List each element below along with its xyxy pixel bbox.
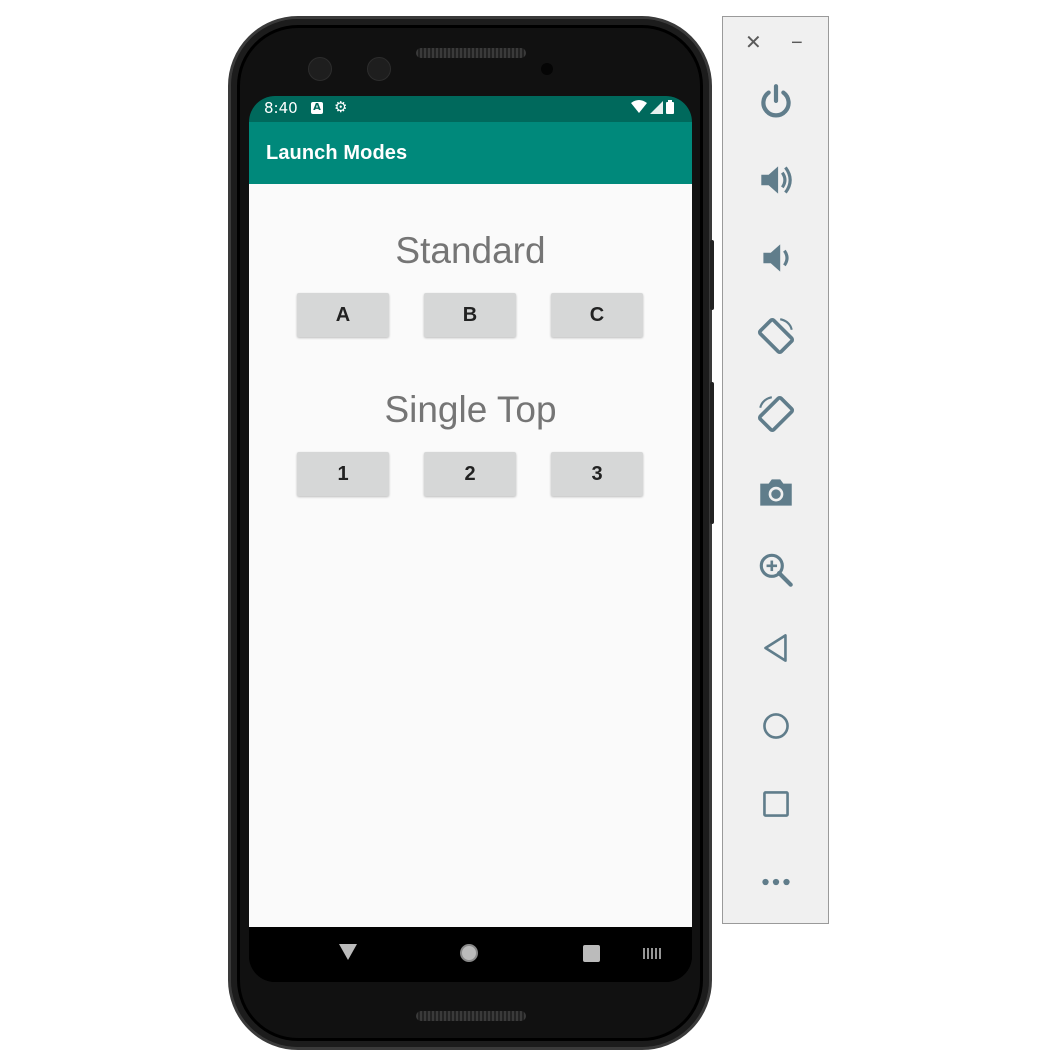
single-top-3-button[interactable]: 3: [551, 452, 643, 496]
content-area: Standard A B C Single Top 1 2 3: [249, 184, 692, 927]
back-icon[interactable]: [751, 623, 801, 673]
standard-section-title: Standard: [395, 230, 546, 271]
single-top-2-button[interactable]: 2: [424, 452, 516, 496]
close-icon[interactable]: ✕: [745, 31, 762, 55]
front-camera-icon: [367, 57, 391, 81]
volume-down-icon[interactable]: [751, 233, 801, 283]
side-power-button[interactable]: [710, 240, 714, 310]
device-screen: 8:40 A ⚙ Launch Modes Standard A B C Sin…: [249, 96, 692, 982]
rotate-left-icon[interactable]: [751, 311, 801, 361]
cell-signal-icon: [650, 101, 663, 114]
nav-recents-icon[interactable]: [583, 945, 600, 962]
camera-icon[interactable]: [751, 467, 801, 517]
side-volume-button[interactable]: [710, 382, 714, 524]
keyboard-icon[interactable]: [643, 948, 662, 959]
more-icon[interactable]: [751, 857, 801, 907]
emulator-toolbar: ✕ −: [722, 16, 829, 924]
power-icon[interactable]: [751, 77, 801, 127]
standard-a-button[interactable]: A: [297, 293, 389, 337]
front-camera-icon: [308, 57, 332, 81]
app-toolbar: Launch Modes: [249, 122, 692, 184]
standard-b-button[interactable]: B: [424, 293, 516, 337]
nav-back-icon[interactable]: [339, 944, 357, 960]
bottom-speaker: [416, 1011, 526, 1021]
zoom-icon[interactable]: [751, 545, 801, 595]
status-time: 8:40: [264, 99, 298, 117]
minimize-icon[interactable]: −: [791, 31, 803, 55]
standard-c-button[interactable]: C: [551, 293, 643, 337]
emulator-window-controls: ✕ −: [723, 31, 830, 55]
overview-icon[interactable]: [751, 779, 801, 829]
battery-icon: [666, 100, 674, 114]
settings-notification-icon: ⚙: [334, 98, 348, 116]
volume-up-icon[interactable]: [751, 155, 801, 205]
earpiece-speaker: [416, 48, 526, 58]
accessibility-notification-icon: A: [311, 102, 323, 114]
proximity-sensor: [541, 63, 553, 75]
rotate-right-icon[interactable]: [751, 389, 801, 439]
navigation-bar: [249, 927, 692, 982]
single-top-1-button[interactable]: 1: [297, 452, 389, 496]
home-icon[interactable]: [751, 701, 801, 751]
app-title: Launch Modes: [266, 142, 408, 164]
nav-home-icon[interactable]: [460, 944, 478, 962]
status-bar: 8:40 A ⚙: [249, 96, 692, 122]
wifi-icon: [631, 100, 647, 113]
status-icons: [631, 100, 674, 114]
single-top-section-title: Single Top: [384, 389, 557, 430]
